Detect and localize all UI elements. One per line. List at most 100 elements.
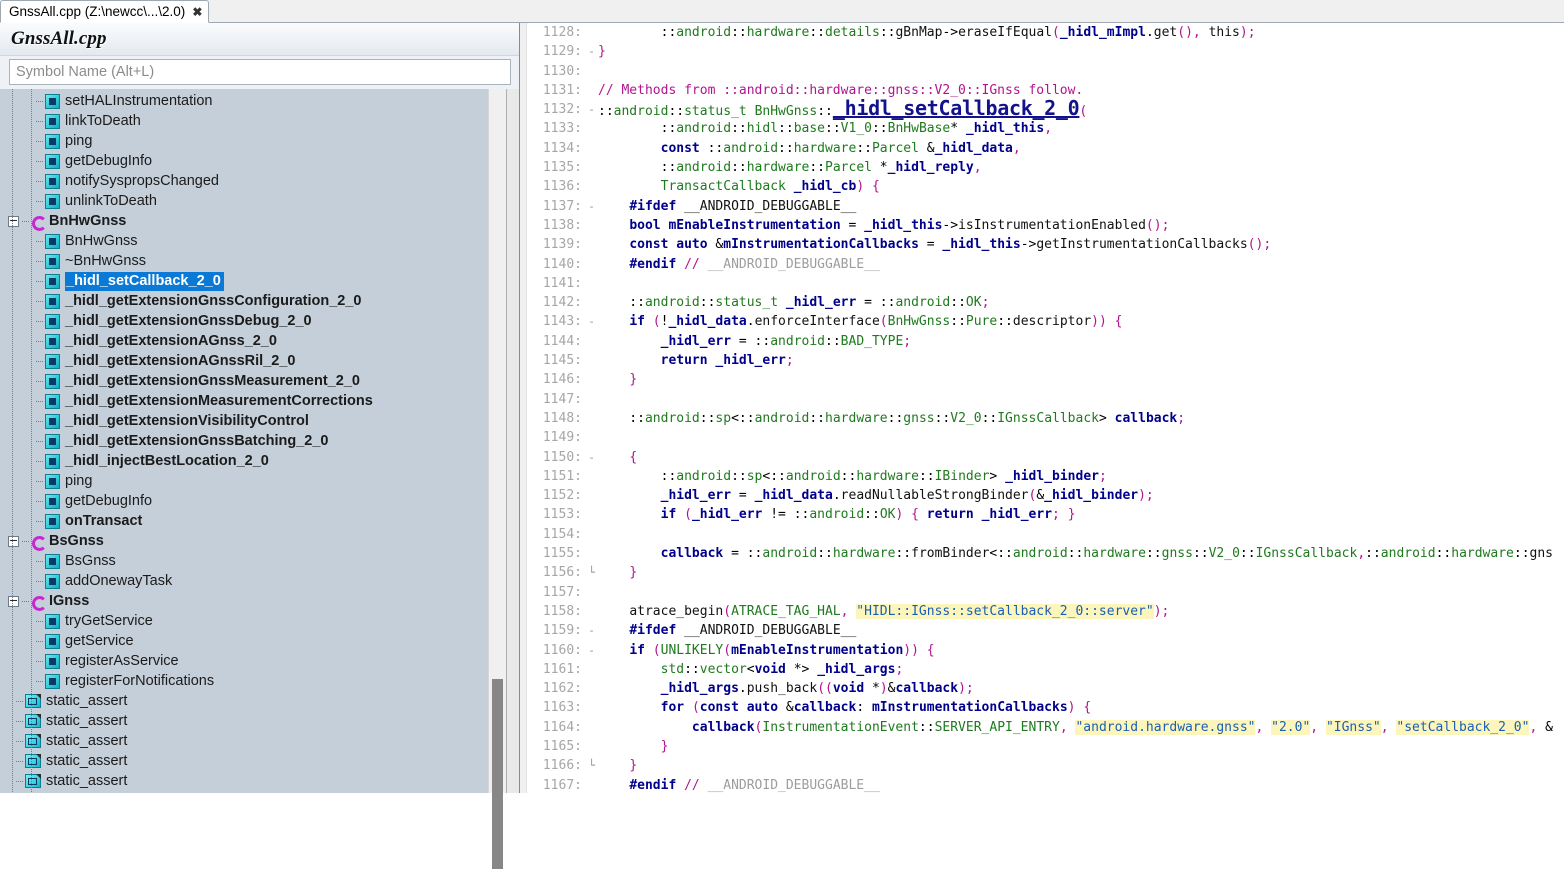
tree-item[interactable]: static_assert (0, 751, 488, 771)
tree-item[interactable]: getService (0, 631, 488, 651)
code-line[interactable]: 1156: └ } (526, 563, 1564, 582)
tree-item[interactable]: notifySyspropsChanged (0, 171, 488, 191)
code-line[interactable]: 1140: #endif // __ANDROID_DEBUGGABLE__ (526, 255, 1564, 274)
tab-gnssall-cpp[interactable]: GnssAll.cpp (Z:\newcc\...\2.0) ✖ (0, 0, 210, 23)
tree-scrollbar[interactable] (488, 89, 506, 869)
tree-item[interactable]: BnHwGnss (0, 211, 488, 231)
code-line[interactable]: 1145: return _hidl_err; (526, 351, 1564, 370)
tree-item[interactable]: static_assert (0, 691, 488, 711)
tree-item[interactable]: _hidl_getExtensionGnssBatching_2_0 (0, 431, 488, 451)
method-icon (45, 233, 60, 249)
tree-item[interactable]: BsGnss (0, 531, 488, 551)
code-line[interactable]: 1142: ::android::status_t _hidl_err = ::… (526, 293, 1564, 312)
tree-item[interactable]: registerAsService (0, 651, 488, 671)
collapse-icon[interactable] (8, 215, 19, 227)
code-line[interactable]: 1164: callback(InstrumentationEvent::SER… (526, 718, 1564, 737)
code-line[interactable]: 1137: - #ifdef __ANDROID_DEBUGGABLE__ (526, 197, 1564, 216)
code-line[interactable]: 1165: } (526, 737, 1564, 756)
code-line[interactable]: 1150: - { (526, 448, 1564, 467)
code-line[interactable]: 1147: (526, 390, 1564, 409)
fold-marker[interactable]: └ (585, 756, 598, 775)
code-line[interactable]: 1130: (526, 62, 1564, 81)
fold-marker[interactable]: - (585, 42, 598, 61)
tree-item[interactable]: tryGetService (0, 611, 488, 631)
code-line[interactable]: 1131: // Methods from ::android::hardware… (526, 81, 1564, 100)
tree-item[interactable]: registerForNotifications (0, 671, 488, 691)
tree-item[interactable]: unlinkToDeath (0, 191, 488, 211)
code-line[interactable]: 1163: for (const auto &callback: mInstru… (526, 698, 1564, 717)
close-icon[interactable]: ✖ (192, 2, 202, 22)
fold-marker[interactable]: - (585, 448, 598, 467)
tree-item[interactable]: linkToDeath (0, 111, 488, 131)
tree-item[interactable]: setHALInstrumentation (0, 91, 488, 111)
tree-item[interactable]: ping (0, 471, 488, 491)
collapse-icon[interactable] (8, 595, 19, 607)
fold-marker[interactable]: - (585, 197, 598, 216)
tree-item[interactable]: BnHwGnss (0, 231, 488, 251)
tree-item[interactable]: ping (0, 131, 488, 151)
code-line[interactable]: 1141: (526, 274, 1564, 293)
code-lines[interactable]: 1128: ::android::hardware::details::gBnM… (526, 23, 1564, 793)
tree-item[interactable]: getDebugInfo (0, 151, 488, 171)
fold-marker[interactable]: └ (585, 563, 598, 582)
code-line[interactable]: 1157: (526, 583, 1564, 602)
tree-item[interactable]: _hidl_getExtensionGnssMeasurement_2_0 (0, 371, 488, 391)
code-line[interactable]: 1160: - if (UNLIKELY(mEnableInstrumentati… (526, 641, 1564, 660)
code-line[interactable]: 1146: } (526, 370, 1564, 389)
code-line[interactable]: 1166: └ } (526, 756, 1564, 775)
code-line[interactable]: 1134: const ::android::hardware::Parcel … (526, 139, 1564, 158)
code-line[interactable]: 1135: ::android::hardware::Parcel *_hidl… (526, 158, 1564, 177)
tree-item[interactable]: addOnewayTask (0, 571, 488, 591)
tree-item[interactable]: _hidl_getExtensionGnssConfiguration_2_0 (0, 291, 488, 311)
code-line[interactable]: 1148: ::android::sp<::android::hardware:… (526, 409, 1564, 428)
code-line[interactable]: 1167: #endif // __ANDROID_DEBUGGABLE__ (526, 776, 1564, 793)
tree-item[interactable]: _hidl_getExtensionAGnssRil_2_0 (0, 351, 488, 371)
code-line[interactable]: 1158: atrace_begin(ATRACE_TAG_HAL, "HIDL… (526, 602, 1564, 621)
symbol-tree[interactable]: setHALInstrumentation linkToDeath ping getD… (0, 89, 488, 793)
code-line[interactable]: 1128: ::android::hardware::details::gBnM… (526, 23, 1564, 42)
fold-marker[interactable]: - (585, 312, 598, 331)
fold-marker[interactable]: - (585, 100, 598, 119)
code-line[interactable]: 1129: -} (526, 42, 1564, 61)
tree-item[interactable]: _hidl_getExtensionGnssDebug_2_0 (0, 311, 488, 331)
tree-item[interactable]: static_assert (0, 711, 488, 731)
code-line[interactable]: 1155: callback = ::android::hardware::fr… (526, 544, 1564, 563)
code-line[interactable]: 1144: _hidl_err = ::android::BAD_TYPE; (526, 332, 1564, 351)
tree-item[interactable]: _hidl_injectBestLocation_2_0 (0, 451, 488, 471)
tree-item[interactable]: getDebugInfo (0, 491, 488, 511)
tree-item[interactable]: _hidl_setCallback_2_0 (0, 271, 488, 291)
code-line[interactable]: 1133: ::android::hidl::base::V1_0::BnHwB… (526, 119, 1564, 138)
code-line[interactable]: 1162: _hidl_args.push_back((void *)&call… (526, 679, 1564, 698)
line-number: 1145: (542, 353, 582, 369)
tree-item[interactable]: onTransact (0, 511, 488, 531)
code-line[interactable]: 1132: -::android::status_t BnHwGnss::_hid… (526, 99, 1564, 119)
code-line[interactable]: 1153: if (_hidl_err != ::android::OK) { … (526, 505, 1564, 524)
symbol-search-input[interactable] (9, 59, 511, 85)
code-line[interactable]: 1159: - #ifdef __ANDROID_DEBUGGABLE__ (526, 621, 1564, 640)
code-line[interactable]: 1161: std::vector<void *> _hidl_args; (526, 660, 1564, 679)
tree-scrollbar-thumb[interactable] (492, 679, 503, 869)
code-line[interactable]: 1151: ::android::sp<::android::hardware:… (526, 467, 1564, 486)
code-line[interactable]: 1143: - if (!_hidl_data.enforceInterface(… (526, 312, 1564, 331)
code-line[interactable]: 1154: (526, 525, 1564, 544)
fold-marker[interactable]: - (585, 641, 598, 660)
code-line[interactable]: 1149: (526, 428, 1564, 447)
tree-item[interactable]: _hidl_getExtensionMeasurementCorrections (0, 391, 488, 411)
tree-item[interactable]: static_assert (0, 771, 488, 791)
line-number: 1152: (542, 488, 582, 504)
code-line[interactable]: 1138: bool mEnableInstrumentation = _hid… (526, 216, 1564, 235)
code-line[interactable]: 1136: TransactCallback _hidl_cb) { (526, 177, 1564, 196)
tree-item[interactable]: IGnss (0, 591, 488, 611)
tree-item[interactable]: static_assert (0, 731, 488, 751)
code-line[interactable]: 1152: _hidl_err = _hidl_data.readNullabl… (526, 486, 1564, 505)
tree-item[interactable]: BsGnss (0, 551, 488, 571)
code-editor[interactable]: 1128: ::android::hardware::details::gBnM… (520, 23, 1564, 793)
code-line[interactable]: 1139: const auto &mInstrumentationCallba… (526, 235, 1564, 254)
tree-item[interactable]: _hidl_getExtensionAGnss_2_0 (0, 331, 488, 351)
fold-marker[interactable]: - (585, 621, 598, 640)
tree-item[interactable]: _hidl_getExtensionVisibilityControl (0, 411, 488, 431)
tree-item[interactable]: ~BnHwGnss (0, 251, 488, 271)
collapse-icon[interactable] (8, 535, 19, 547)
